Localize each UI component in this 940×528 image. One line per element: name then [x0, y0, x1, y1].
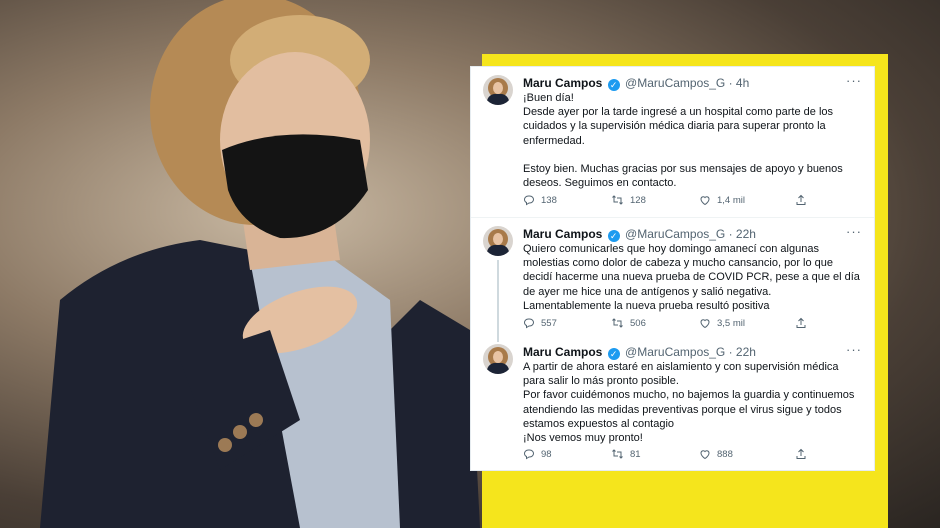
tweet-line: A partir de ahora estaré en aislamiento …	[523, 361, 839, 388]
thread-line	[497, 336, 499, 342]
tweet-line: Lamentablemente la nueva prueba resultó …	[523, 299, 770, 312]
avatar[interactable]	[483, 75, 513, 105]
tweet-actions: 138 128 1,4 mil	[523, 194, 823, 208]
tweet-header: Maru Campos ✓ @MaruCampos_G · 22h	[523, 227, 756, 242]
tweet-header: Maru Campos ✓ @MaruCampos_G · 4h	[523, 76, 749, 91]
retweet-button[interactable]: 128	[611, 194, 646, 206]
tweet-text: A partir de ahora estaré en aislamiento …	[523, 360, 863, 445]
tweet-line: Quiero comunicarles que hoy domingo aman…	[523, 243, 860, 298]
reply-count: 98	[541, 448, 552, 460]
like-count: 1,4 mil	[717, 194, 745, 206]
tweet-actions: 557 506 3,5 mil	[523, 317, 823, 331]
reply-icon	[523, 318, 535, 329]
like-icon	[700, 450, 710, 460]
like-count: 888	[717, 448, 733, 460]
tweet-3[interactable]: Maru Campos ✓ @MaruCampos_G · 22h ··· A …	[471, 336, 874, 472]
reply-count: 557	[541, 317, 557, 329]
retweet-count: 506	[630, 317, 646, 329]
like-button[interactable]: 888	[699, 448, 733, 460]
reply-button[interactable]: 98	[523, 448, 552, 460]
tweet-thread-card: Maru Campos ✓ @MaruCampos_G · 4h ··· ¡Bu…	[470, 66, 875, 471]
tweet-header: Maru Campos ✓ @MaruCampos_G · 22h	[523, 345, 756, 360]
retweet-count: 128	[630, 194, 646, 206]
reply-icon	[523, 195, 535, 206]
thread-line	[497, 260, 499, 336]
author-handle: @MaruCampos_G · 22h	[625, 345, 756, 359]
retweet-icon	[612, 318, 623, 328]
share-icon	[796, 448, 806, 459]
retweet-icon	[612, 449, 623, 459]
tweet-line: ¡Buen día!	[523, 92, 574, 104]
verified-badge-icon: ✓	[607, 230, 620, 242]
avatar[interactable]	[483, 344, 513, 374]
retweet-button[interactable]: 81	[611, 448, 641, 460]
like-button[interactable]: 3,5 mil	[699, 317, 745, 329]
like-button[interactable]: 1,4 mil	[699, 194, 745, 206]
tweet-text: ¡Buen día! Desde ayer por la tarde ingre…	[523, 91, 863, 190]
author-name[interactable]: Maru Campos	[523, 227, 602, 241]
share-button[interactable]	[795, 317, 807, 329]
reply-button[interactable]: 557	[523, 317, 557, 329]
tweet-1[interactable]: Maru Campos ✓ @MaruCampos_G · 4h ··· ¡Bu…	[471, 67, 874, 217]
tweet-line: ¡Nos vemos muy pronto!	[523, 432, 643, 445]
tweet-actions: 98 81 888	[523, 448, 823, 462]
author-name[interactable]: Maru Campos	[523, 76, 602, 90]
share-icon	[796, 194, 806, 205]
author-handle: @MaruCampos_G · 22h	[625, 227, 756, 241]
more-icon[interactable]: ···	[846, 342, 862, 357]
tweet-line: Estoy bien. Muchas gracias por sus mensa…	[523, 162, 843, 190]
author-name[interactable]: Maru Campos	[523, 345, 602, 359]
author-handle: @MaruCampos_G · 4h	[625, 76, 750, 90]
like-count: 3,5 mil	[717, 317, 745, 329]
like-icon	[700, 196, 710, 206]
retweet-icon	[612, 195, 623, 205]
reply-count: 138	[541, 194, 557, 206]
avatar[interactable]	[483, 226, 513, 256]
like-icon	[700, 319, 710, 329]
reply-button[interactable]: 138	[523, 194, 557, 206]
share-icon	[796, 317, 806, 328]
retweet-count: 81	[630, 448, 641, 460]
tweet-text: Quiero comunicarles que hoy domingo aman…	[523, 242, 863, 313]
tweet-line: Por favor cuidémonos mucho, no bajemos l…	[523, 389, 855, 430]
more-icon[interactable]: ···	[846, 73, 862, 88]
verified-badge-icon: ✓	[607, 348, 620, 360]
tweet-line: Desde ayer por la tarde ingresé a un hos…	[523, 106, 834, 147]
verified-badge-icon: ✓	[607, 79, 620, 91]
share-button[interactable]	[795, 194, 807, 206]
retweet-button[interactable]: 506	[611, 317, 646, 329]
tweet-2[interactable]: Maru Campos ✓ @MaruCampos_G · 22h ··· Qu…	[471, 218, 874, 336]
share-button[interactable]	[795, 448, 807, 460]
reply-icon	[523, 449, 535, 460]
more-icon[interactable]: ···	[846, 224, 862, 239]
